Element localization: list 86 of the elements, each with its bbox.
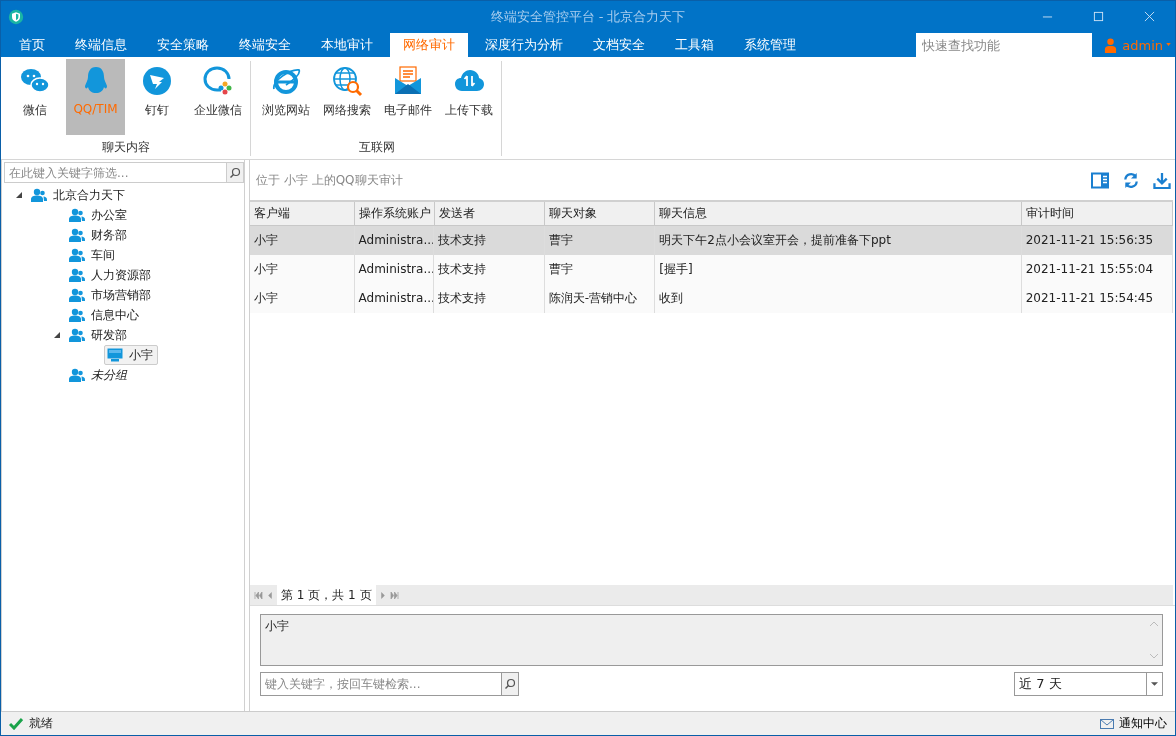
notification-center-button[interactable]: 通知中心 [1119, 715, 1167, 732]
table-cell: 收到 [655, 284, 1022, 313]
table-row[interactable]: 小宇 Administra... 技术支持 曹宇 [握手] 2021-11-21 15:55:04 [250, 255, 1173, 284]
caret-icon [1166, 43, 1171, 46]
next-page-icon[interactable] [380, 591, 385, 599]
tree-item[interactable]: 车间 [66, 245, 120, 265]
ribbon-button[interactable]: 电子邮件 [378, 59, 437, 135]
tree-item[interactable]: 办公室 [66, 205, 132, 225]
column-header[interactable]: 聊天信息 [655, 202, 1022, 225]
window-title: 终端安全管控平台 - 北京合力天下 [490, 7, 686, 26]
menu-tab[interactable]: 文档安全 [580, 33, 658, 57]
tree-item[interactable]: 研发部 [66, 325, 132, 345]
table-cell: 2021-11-21 15:54:45 [1021, 284, 1173, 313]
menu-tab[interactable]: 首页 [6, 33, 58, 57]
people-icon [69, 308, 85, 322]
search-button[interactable] [501, 672, 519, 696]
dropdown-arrow-icon [1151, 682, 1158, 686]
menu-tab[interactable]: 终端信息 [62, 33, 140, 57]
ribbon-group-label: 聊天内容 [102, 139, 150, 156]
menu-tab[interactable]: 本地审计 [308, 33, 386, 57]
app-logo-icon [8, 8, 24, 25]
menu-tab[interactable]: 安全策略 [144, 33, 222, 57]
tree-item[interactable]: 市场营销部 [66, 285, 156, 305]
people-icon [31, 188, 47, 202]
ribbon-button[interactable]: 上传下载 [439, 59, 498, 135]
menu-tab[interactable]: 深度行为分析 [472, 33, 576, 57]
table-row[interactable]: 小宇 Administra... 技术支持 陈润天-营销中心 收到 2021-11-21 15:54:45 [250, 284, 1173, 313]
ribbon-button[interactable]: 微信 [5, 59, 64, 135]
tree-item[interactable]: 财务部 [66, 225, 132, 245]
menu-tab[interactable]: 系统管理 [731, 33, 809, 57]
columns-icon[interactable] [1091, 171, 1109, 189]
refresh-icon[interactable] [1122, 171, 1140, 189]
tree-filter-field[interactable]: 在此键入关键字筛选... [4, 162, 226, 183]
last-page-icon[interactable] [389, 591, 399, 599]
close-icon[interactable] [1144, 11, 1155, 22]
column-header[interactable]: 聊天对象 [545, 202, 656, 225]
period-dropdown[interactable]: 近 7 天 [1014, 672, 1163, 696]
column-header[interactable]: 审计时间 [1021, 202, 1173, 225]
table-cell: 陈润天-营销中心 [544, 284, 656, 313]
page-indicator: 第 1 页，共 1 页 [277, 585, 376, 605]
table-row[interactable]: 小宇 Administra... 技术支持 曹宇 明天下午2点小会议室开会，提前准备下ppt 2021-11-21 15:56:35 [250, 226, 1173, 255]
ribbon-button[interactable]: 网络搜索 [317, 59, 376, 135]
people-icon [69, 288, 85, 302]
panel-caption: 位于 小宇 上的QQ聊天审计 [256, 171, 403, 189]
ribbon-button[interactable]: 钉钉 [127, 59, 186, 135]
wing-icon [140, 65, 173, 97]
previous-page-icon[interactable] [268, 591, 272, 599]
ribbon-button[interactable]: 企业微信 [188, 59, 247, 135]
tree-item[interactable]: 未分组 [66, 365, 132, 385]
ribbon-button[interactable]: 浏览网站 [256, 59, 315, 135]
expander-icon[interactable] [54, 332, 60, 338]
menu-tab[interactable]: 终端安全 [226, 33, 304, 57]
tree-item[interactable]: 北京合力天下 [28, 185, 130, 205]
column-header[interactable]: 客户端 [250, 202, 355, 225]
quick-search-field[interactable]: 快速查找功能 [916, 33, 1093, 57]
tree-item[interactable]: 信息中心 [66, 305, 144, 325]
mail-icon[interactable] [1100, 718, 1114, 729]
column-header[interactable]: 发送者 [434, 202, 545, 225]
user-icon [1104, 38, 1118, 53]
check-icon [9, 717, 23, 730]
people-icon [69, 248, 85, 262]
table-cell: 小宇 [250, 284, 355, 313]
people-icon [69, 368, 85, 382]
tree-item[interactable]: 人力资源部 [66, 265, 156, 285]
tree-item[interactable]: 小宇 [104, 345, 158, 365]
search-icon [229, 166, 241, 179]
search-button[interactable] [226, 162, 244, 183]
people-icon [69, 228, 85, 242]
people-icon [69, 268, 85, 282]
people-icon [69, 328, 85, 342]
table-cell: 技术支持 [434, 284, 545, 313]
people-icon [69, 208, 85, 222]
maximize-icon[interactable] [1093, 11, 1104, 22]
globe-search-icon [330, 65, 363, 97]
column-header[interactable]: 操作系统账户 [354, 202, 435, 225]
chat-bubble-icon [201, 65, 234, 97]
computer-icon [107, 348, 123, 362]
download-icon[interactable] [1153, 171, 1171, 189]
first-page-icon[interactable] [254, 591, 263, 599]
expander-icon[interactable] [16, 192, 22, 198]
ribbon-group-label: 互联网 [359, 139, 395, 156]
keyword-search-field[interactable]: 键入关键字，按回车键检索... [260, 672, 501, 696]
table-cell: Administra... [354, 284, 435, 313]
status-text: 就绪 [29, 715, 53, 732]
search-icon [504, 678, 516, 690]
menu-tab[interactable]: 工具箱 [662, 33, 727, 57]
